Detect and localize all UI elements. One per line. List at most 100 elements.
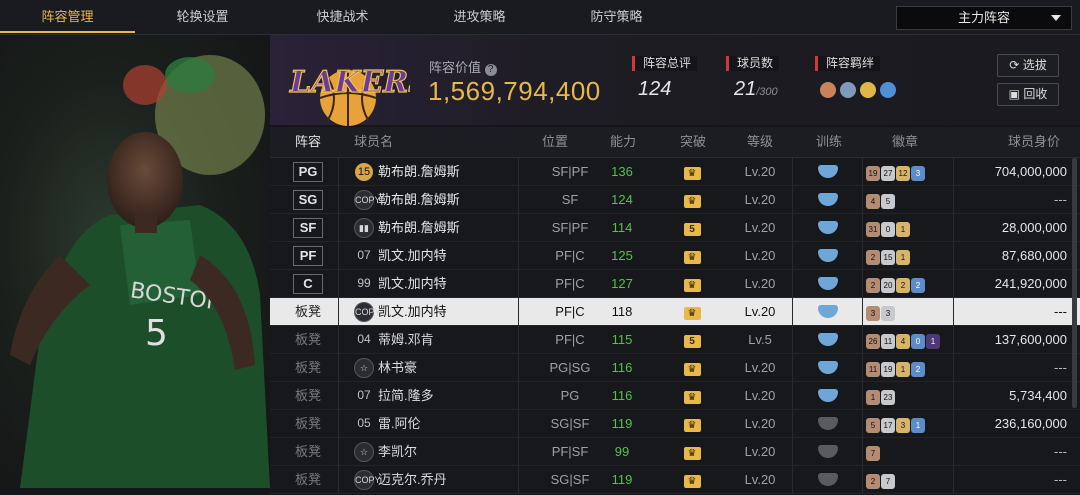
- training-cell[interactable]: [800, 242, 856, 269]
- jersey-badge: 15: [355, 163, 373, 181]
- lineup-select[interactable]: 主力阵容: [896, 6, 1072, 30]
- crown-icon: ♛: [683, 447, 701, 460]
- card-type-icon: ☆: [354, 358, 374, 378]
- training-shield-icon: [818, 333, 838, 346]
- lineup-slot: 板凳: [294, 332, 321, 347]
- player-level: Lv.20: [744, 360, 776, 375]
- divider: [518, 354, 519, 381]
- table-row[interactable]: 板凳 05 雷.阿伦 SG|SF 119 ♛ Lv.20 5 17 3 1 236,160,000: [270, 410, 1080, 438]
- table-row[interactable]: 板凳 ☆ 林书豪 PG|SG 116 ♛ Lv.20 11 19 1 2 ---: [270, 354, 1080, 382]
- badge-hex: 2: [866, 474, 880, 489]
- training-cell[interactable]: [800, 466, 856, 493]
- bond-icon[interactable]: [840, 82, 856, 98]
- tab-defense[interactable]: 防守策略: [549, 0, 684, 33]
- help-icon[interactable]: ?: [484, 64, 497, 76]
- player-name: 勒布朗.詹姆斯: [378, 192, 460, 207]
- player-ability: 118: [611, 304, 633, 319]
- divider: [518, 270, 519, 297]
- badge-hex: 4: [896, 334, 910, 349]
- divider: [518, 438, 519, 465]
- badge-hex: 12: [896, 166, 910, 181]
- table-row[interactable]: 板凳 04 蒂姆.邓肯 PF|C 115 5 Lv.5 26 11 4 0 1 137,600,000: [270, 326, 1080, 354]
- badge-hex: 0: [911, 334, 925, 349]
- divider: [338, 438, 339, 465]
- lineup-slot: 板凳: [294, 444, 321, 459]
- player-name: 勒布朗.詹姆斯: [378, 220, 460, 235]
- card-marker: 07: [353, 242, 375, 269]
- badge-hex: 0: [881, 222, 895, 237]
- breakthrough-icon: 5: [683, 223, 701, 236]
- divider: [338, 242, 339, 269]
- col-ability: 能力: [610, 134, 637, 149]
- badge-hex: 4: [866, 194, 880, 209]
- table-row[interactable]: C 99 凯文.加内特 PF|C 127 ♛ Lv.20 2 20 2 2 241,920,000: [270, 270, 1080, 298]
- training-shield-icon: [818, 361, 838, 374]
- table-row[interactable]: PG 15 勒布朗.詹姆斯 SF|PF 136 ♛ Lv.20 19 27 12 3 704,000,…: [270, 158, 1080, 186]
- player-ability: 116: [611, 360, 633, 375]
- training-cell[interactable]: [800, 438, 856, 465]
- tab-lineup[interactable]: 阵容管理: [0, 0, 135, 33]
- stat-value-rating: 124: [638, 78, 672, 100]
- bond-icon[interactable]: [820, 82, 836, 98]
- bond-icon[interactable]: [860, 82, 876, 98]
- badge-hex: 2: [911, 278, 925, 293]
- table-row[interactable]: 板凳 COPY 迈克尔.乔丹 SG|SF 119 ♛ Lv.20 2 7 ---: [270, 466, 1080, 494]
- divider: [953, 242, 954, 269]
- player-value: 236,160,000: [994, 416, 1067, 431]
- player-ability: 127: [611, 276, 633, 291]
- crown-icon: ♛: [683, 167, 701, 180]
- card-marker: 15: [353, 158, 375, 185]
- recycle-button[interactable]: ▣ 回收: [997, 83, 1059, 106]
- training-shield-icon: [818, 165, 838, 178]
- divider: [338, 298, 339, 325]
- training-cell[interactable]: [800, 326, 856, 353]
- scrollbar[interactable]: [1072, 158, 1077, 408]
- player-ability: 119: [611, 472, 633, 487]
- pick-button[interactable]: ⟳ 选拔: [997, 54, 1059, 77]
- divider: [862, 438, 863, 465]
- training-cell[interactable]: [800, 214, 856, 241]
- training-shield-icon: [818, 389, 838, 402]
- player-level: Lv.5: [748, 332, 772, 347]
- player-level: Lv.20: [744, 388, 776, 403]
- training-shield-icon: [818, 473, 838, 486]
- divider: [338, 410, 339, 437]
- badge-hex: 5: [866, 418, 880, 433]
- card-marker: 04: [353, 326, 375, 353]
- table-row[interactable]: SG COPY 勒布朗.詹姆斯 SF 124 ♛ Lv.20 4 5 ---: [270, 186, 1080, 214]
- tab-quick-tactics[interactable]: 快捷战术: [275, 0, 410, 33]
- breakthrough-cell: ♛: [672, 354, 712, 381]
- divider: [862, 214, 863, 241]
- table-row[interactable]: PF 07 凯文.加内特 PF|C 125 ♛ Lv.20 2 15 1 87,680,000: [270, 242, 1080, 270]
- table-row[interactable]: 板凳 ☆ 李凯尔 PF|SF 99 ♛ Lv.20 7 ---: [270, 438, 1080, 466]
- training-cell[interactable]: [800, 298, 856, 325]
- table-row[interactable]: 板凳 07 拉简.隆多 PG 116 ♛ Lv.20 1 23 5,734,400: [270, 382, 1080, 410]
- table-row[interactable]: 板凳 COPY 凯文.加内特 PF|C 118 ♛ Lv.20 3 3 ---: [270, 298, 1080, 326]
- tab-rotation[interactable]: 轮换设置: [135, 0, 270, 33]
- divider: [792, 158, 793, 185]
- training-cell[interactable]: [800, 158, 856, 185]
- bond-icons[interactable]: [820, 82, 900, 101]
- training-cell[interactable]: [800, 186, 856, 213]
- player-name: 林书豪: [378, 360, 418, 375]
- crown-icon: ♛: [683, 251, 701, 264]
- col-badges: 徽章: [892, 134, 919, 149]
- badge-list: 45: [866, 186, 966, 213]
- badge-list: 19 27 12 3: [866, 158, 966, 185]
- training-cell[interactable]: [800, 410, 856, 437]
- player-level: Lv.20: [744, 248, 776, 263]
- bond-icon[interactable]: [880, 82, 896, 98]
- tab-offense[interactable]: 进攻策略: [412, 0, 547, 33]
- training-cell[interactable]: [800, 270, 856, 297]
- training-cell[interactable]: [800, 382, 856, 409]
- col-position: 位置: [542, 134, 569, 149]
- badge-hex: 5: [881, 194, 895, 209]
- table-row[interactable]: SF ▮▮ 勒布朗.詹姆斯 SF|PF 114 5 Lv.20 31 0 1 28,000,000: [270, 214, 1080, 242]
- crown-icon: ♛: [683, 475, 701, 488]
- badge-hex: 3: [881, 306, 895, 321]
- badge-hex: 17: [881, 418, 895, 433]
- divider: [518, 214, 519, 241]
- training-cell[interactable]: [800, 354, 856, 381]
- chevron-down-icon: [1051, 15, 1061, 21]
- lineup-value: 1,569,794,400: [428, 76, 601, 106]
